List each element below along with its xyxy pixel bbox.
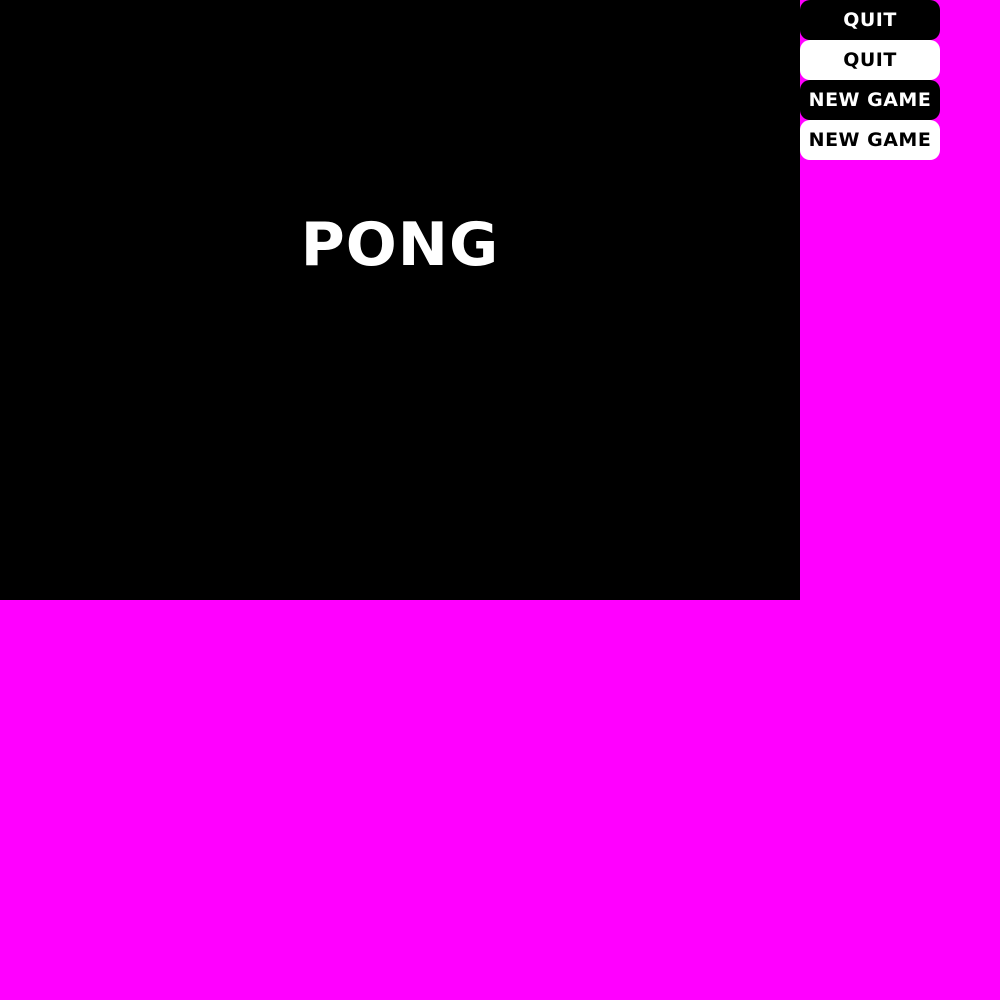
new-game-button-highlighted[interactable]: NEW GAME [800, 120, 940, 160]
quit-button-highlighted[interactable]: QUIT [800, 40, 940, 80]
new-game-button[interactable]: NEW GAME [800, 80, 940, 120]
game-canvas[interactable]: PONG [0, 0, 800, 600]
game-title: PONG [300, 210, 500, 280]
quit-button[interactable]: QUIT [800, 0, 940, 40]
